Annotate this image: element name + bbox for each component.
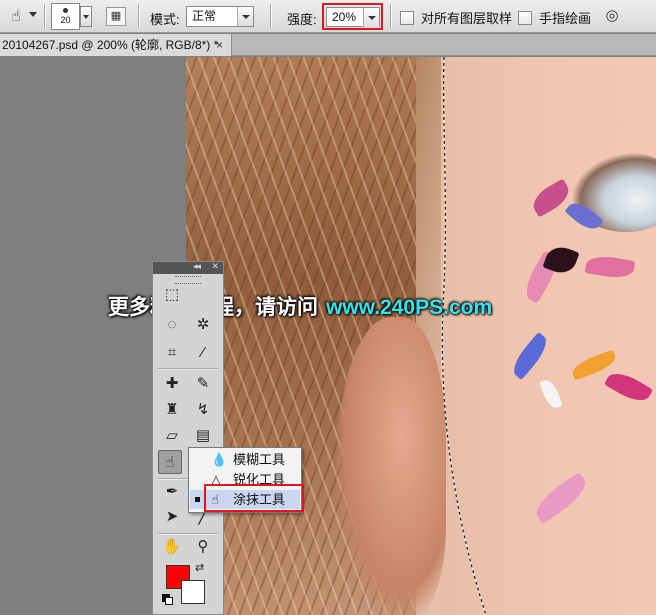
sample-all-layers-checkbox[interactable] (400, 10, 414, 25)
brush-preset-picker[interactable]: 20 (51, 3, 80, 30)
gradient-tool-icon[interactable]: ▤ (191, 424, 215, 448)
close-icon[interactable]: × (216, 34, 223, 56)
brush-panel-toggle-icon[interactable]: ▦ (106, 7, 126, 26)
chevron-down-icon (237, 7, 253, 26)
smudge-tool-icon[interactable]: ☝ (158, 450, 182, 474)
hand-tool-icon[interactable]: ✋ (160, 535, 184, 559)
finger-painting-checkbox[interactable] (518, 10, 532, 25)
document-tab-bar: 20104267.psd @ 200% (轮廓, RGB/8*) * × (0, 34, 656, 56)
brush-size-value: 20 (60, 15, 71, 25)
separator (158, 533, 218, 534)
finger-painting-label: 手指绘画 (539, 11, 592, 26)
strength-select[interactable]: 20% (326, 7, 380, 27)
healing-brush-tool-icon[interactable]: ✚ (160, 372, 184, 396)
options-bar: ☝ 20 ▦ 模式: 正常 强度: 20% 对所有图层取样 手指绘画 ◎ (0, 0, 656, 33)
marquee-tool-icon[interactable]: ⬚ (160, 283, 184, 307)
sample-all-layers-option[interactable]: 对所有图层取样 (400, 8, 512, 27)
separator (138, 4, 139, 28)
flyout-item-label: 模糊工具 (233, 452, 286, 467)
strength-value: 20% (332, 10, 357, 24)
collapse-icon[interactable]: ◂◂ (193, 261, 201, 272)
flyout-item-blur-tool[interactable]: 💧 模糊工具 (190, 450, 300, 469)
document-tab[interactable]: 20104267.psd @ 200% (轮廓, RGB/8*) * (0, 34, 232, 56)
default-colors-icon[interactable] (162, 594, 173, 605)
clone-stamp-tool-icon[interactable]: ♜ (160, 398, 184, 422)
eraser-tool-icon[interactable]: ▱ (160, 424, 184, 448)
separator (270, 4, 271, 28)
close-icon[interactable]: ✕ (211, 261, 219, 272)
selected-bullet (195, 497, 200, 502)
mode-value: 正常 (192, 9, 217, 23)
watermark-url: www.240PS.com (326, 296, 493, 319)
lasso-tool-icon[interactable]: ◌ (160, 313, 184, 337)
crop-tool-icon[interactable]: ⌗ (160, 341, 184, 365)
pen-tool-icon[interactable]: ✒ (160, 480, 184, 504)
brush-picker-dropdown-button[interactable] (80, 6, 92, 27)
eyedropper-tool-icon[interactable]: ⁄ (191, 341, 215, 365)
chevron-down-icon (363, 8, 379, 27)
smudge-tool-preset-icon[interactable]: ☝ (5, 6, 27, 28)
separator (390, 4, 391, 28)
tool-preset-dropdown-arrow[interactable] (29, 12, 37, 17)
sample-all-layers-label: 对所有图层取样 (421, 11, 513, 26)
separator (158, 368, 218, 369)
swap-colors-icon[interactable]: ⇄ (195, 561, 204, 574)
brush-tool-icon[interactable]: ✎ (191, 372, 215, 396)
document-tab-title: 20104267.psd @ 200% (轮廓, RGB/8*) * (2, 38, 219, 52)
separator (44, 4, 45, 28)
blur-icon: 💧 (211, 452, 228, 467)
path-selection-tool-icon[interactable]: ➤ (160, 505, 184, 529)
background-color-swatch[interactable] (181, 580, 205, 604)
document-canvas[interactable] (186, 57, 656, 615)
finger-painting-option[interactable]: 手指绘画 (518, 8, 591, 27)
mode-select[interactable]: 正常 (186, 6, 254, 27)
strength-label: 强度: (287, 12, 317, 27)
quick-selection-tool-icon[interactable]: ✲ (191, 313, 215, 337)
smudge-tool-highlight-box (204, 484, 304, 512)
zoom-tool-icon[interactable]: ⚲ (191, 535, 215, 559)
history-brush-tool-icon[interactable]: ↯ (191, 398, 215, 422)
selection-marquee (441, 57, 487, 615)
mode-label: 模式: (150, 12, 180, 27)
tools-panel-header[interactable]: ◂◂ ✕ (153, 261, 223, 274)
brush-tip-icon (63, 8, 68, 13)
pressure-for-strength-icon[interactable]: ◎ (601, 5, 623, 27)
